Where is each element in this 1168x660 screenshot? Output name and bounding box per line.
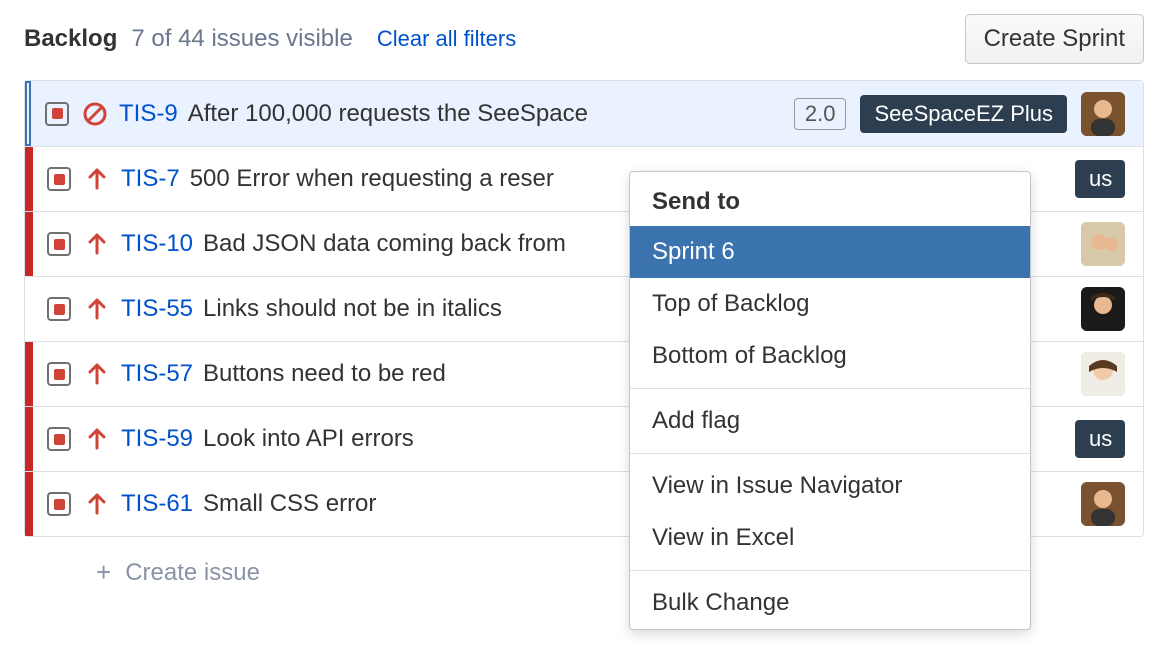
flag-indicator — [25, 147, 33, 211]
create-issue-label: Create issue — [125, 559, 260, 587]
flag-indicator — [25, 212, 33, 276]
menu-item-add-flag[interactable]: Add flag — [630, 395, 1030, 447]
create-sprint-button[interactable]: Create Sprint — [965, 14, 1144, 64]
issue-context-menu: Send to Sprint 6 Top of Backlog Bottom o… — [629, 171, 1031, 630]
clear-filters-link[interactable]: Clear all filters — [377, 26, 516, 52]
assignee-avatar[interactable] — [1081, 352, 1125, 396]
epic-lozenge[interactable]: SeeSpaceEZ Plus — [860, 95, 1067, 133]
assignee-avatar[interactable] — [1081, 287, 1125, 331]
issue-summary: After 100,000 requests the SeeSpace — [188, 100, 784, 128]
flag-indicator — [25, 407, 33, 471]
menu-header-send-to: Send to — [630, 172, 1030, 226]
issue-key[interactable]: TIS-57 — [121, 360, 193, 388]
assignee-avatar[interactable] — [1081, 92, 1125, 136]
issue-key[interactable]: TIS-9 — [119, 100, 178, 128]
epic-lozenge[interactable]: us — [1075, 420, 1125, 458]
assignee-avatar[interactable] — [1081, 222, 1125, 266]
menu-item-sprint[interactable]: Sprint 6 — [630, 226, 1030, 278]
flag-indicator — [25, 472, 33, 536]
issue-type-bug-icon — [47, 232, 71, 256]
issue-row[interactable]: TIS-9 After 100,000 requests the SeeSpac… — [25, 81, 1143, 146]
priority-high-icon — [85, 167, 109, 191]
priority-high-icon — [85, 297, 109, 321]
flag-indicator — [25, 277, 33, 341]
flag-indicator — [25, 342, 33, 406]
assignee-avatar[interactable] — [1081, 482, 1125, 526]
issue-key[interactable]: TIS-10 — [121, 230, 193, 258]
issue-type-bug-icon — [47, 362, 71, 386]
priority-high-icon — [85, 232, 109, 256]
issue-key[interactable]: TIS-55 — [121, 295, 193, 323]
menu-divider — [630, 388, 1030, 389]
priority-high-icon — [85, 427, 109, 451]
issue-count: 7 of 44 issues visible — [131, 25, 352, 53]
menu-item-view-in-excel[interactable]: View in Excel — [630, 512, 1030, 564]
issue-type-bug-icon — [47, 297, 71, 321]
epic-lozenge[interactable]: us — [1075, 160, 1125, 198]
issue-type-bug-icon — [45, 102, 69, 126]
backlog-header: Backlog 7 of 44 issues visible Clear all… — [24, 14, 1144, 64]
issue-key[interactable]: TIS-7 — [121, 165, 180, 193]
issue-key[interactable]: TIS-59 — [121, 425, 193, 453]
priority-blocker-icon — [83, 102, 107, 126]
backlog-title: Backlog — [24, 25, 117, 53]
plus-icon: + — [96, 557, 111, 588]
selection-indicator — [25, 81, 31, 146]
menu-item-top-of-backlog[interactable]: Top of Backlog — [630, 278, 1030, 330]
issue-type-bug-icon — [47, 492, 71, 516]
version-lozenge[interactable]: 2.0 — [794, 98, 847, 130]
priority-high-icon — [85, 362, 109, 386]
menu-item-bulk-change[interactable]: Bulk Change — [630, 577, 1030, 629]
issue-type-bug-icon — [47, 427, 71, 451]
issue-type-bug-icon — [47, 167, 71, 191]
priority-high-icon — [85, 492, 109, 516]
menu-divider — [630, 453, 1030, 454]
menu-item-bottom-of-backlog[interactable]: Bottom of Backlog — [630, 330, 1030, 382]
menu-item-issue-navigator[interactable]: View in Issue Navigator — [630, 460, 1030, 512]
menu-divider — [630, 570, 1030, 571]
issue-key[interactable]: TIS-61 — [121, 490, 193, 518]
